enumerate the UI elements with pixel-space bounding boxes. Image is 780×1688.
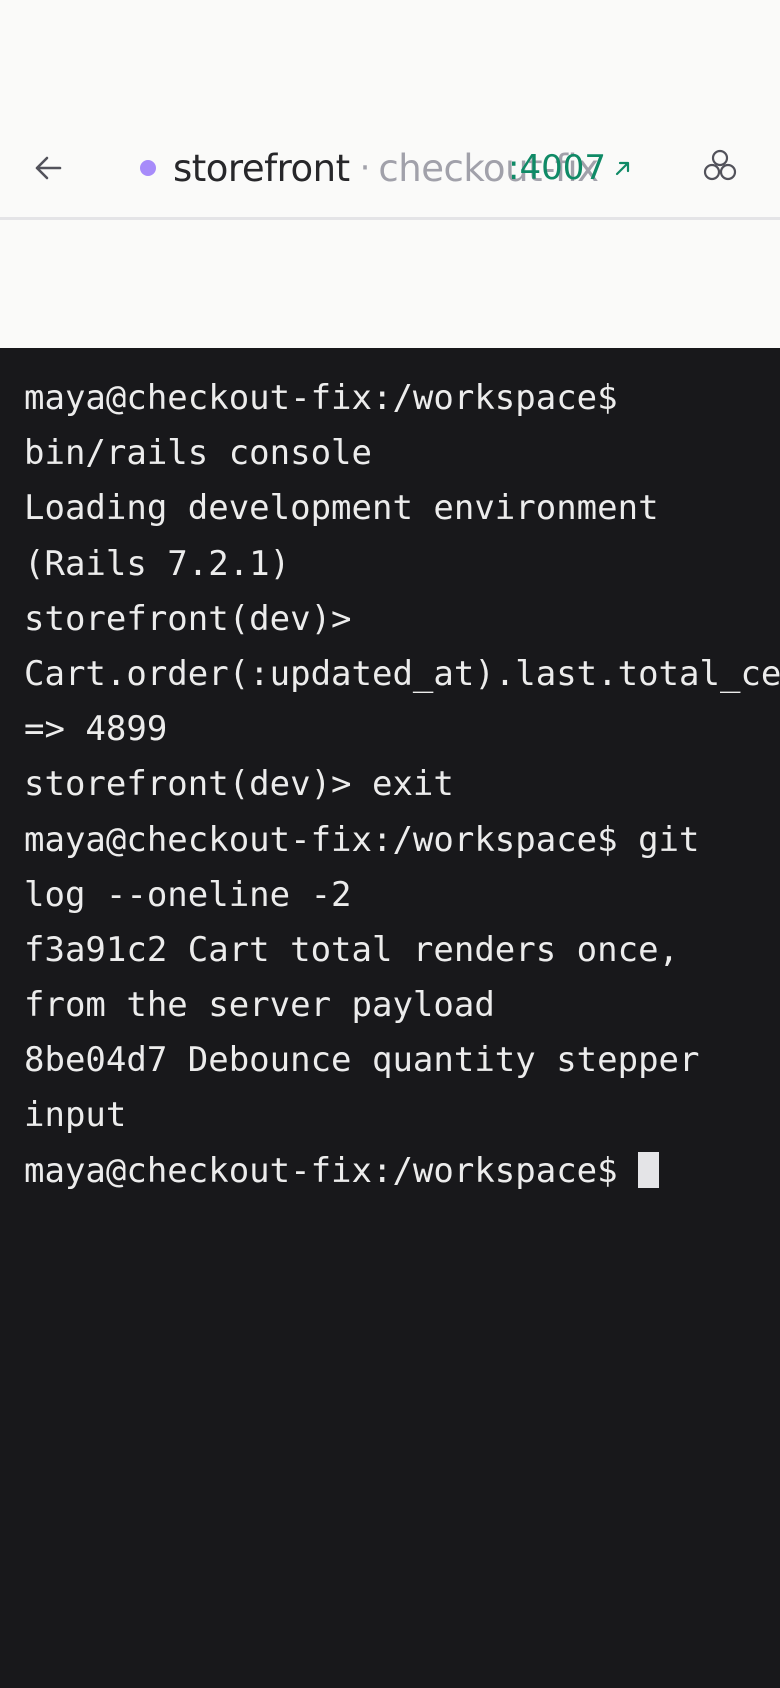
app-window: storefront · checkout-fix :4007 maya@che… — [0, 0, 780, 1688]
top-bar-area: storefront · checkout-fix :4007 — [0, 0, 780, 348]
terminal-line: from the server payload — [24, 985, 495, 1026]
terminal-line: Loading development environment — [24, 488, 659, 529]
arrow-left-icon — [35, 156, 62, 180]
title-separator: · — [359, 148, 371, 188]
terminal-prompt: maya@checkout-fix:/workspace$ — [24, 1150, 639, 1191]
status-dot — [140, 160, 156, 176]
share-button[interactable] — [696, 142, 744, 190]
terminal-output: maya@checkout-fix:/workspace$ bin/rails … — [24, 371, 780, 1199]
terminal-line: Cart.order(:updated_at).last.total_cents — [24, 653, 780, 694]
terminal-line: (Rails 7.2.1) — [24, 543, 291, 584]
port-label: :4007 — [508, 148, 606, 188]
port-link[interactable]: :4007 — [508, 138, 632, 198]
text-cursor — [638, 1151, 660, 1188]
arrow-up-right-icon — [614, 159, 632, 177]
project-name: storefront — [173, 146, 350, 190]
terminal-line: input — [24, 1095, 127, 1136]
terminal-pane[interactable]: maya@checkout-fix:/workspace$ bin/rails … — [0, 348, 780, 1688]
share-icon — [703, 149, 737, 181]
terminal-line: 8be04d7 Debounce quantity stepper — [24, 1040, 700, 1081]
terminal-line: maya@checkout-fix:/workspace$ — [24, 378, 618, 418]
terminal-line: storefront(dev)> exit — [24, 764, 454, 805]
terminal-prompt-line[interactable]: maya@checkout-fix:/workspace$ — [24, 1144, 780, 1199]
terminal-line: maya@checkout-fix:/workspace$ git — [24, 819, 700, 860]
terminal-line: storefront(dev)> — [24, 598, 352, 639]
terminal-line: => 4899 — [24, 709, 168, 750]
terminal-line: f3a91c2 Cart total renders once, — [24, 929, 680, 970]
back-button[interactable] — [26, 146, 70, 190]
terminal-line: log --oneline -2 — [24, 874, 352, 915]
header-bar: storefront · checkout-fix :4007 — [0, 116, 780, 220]
terminal-line: bin/rails console — [24, 433, 372, 474]
